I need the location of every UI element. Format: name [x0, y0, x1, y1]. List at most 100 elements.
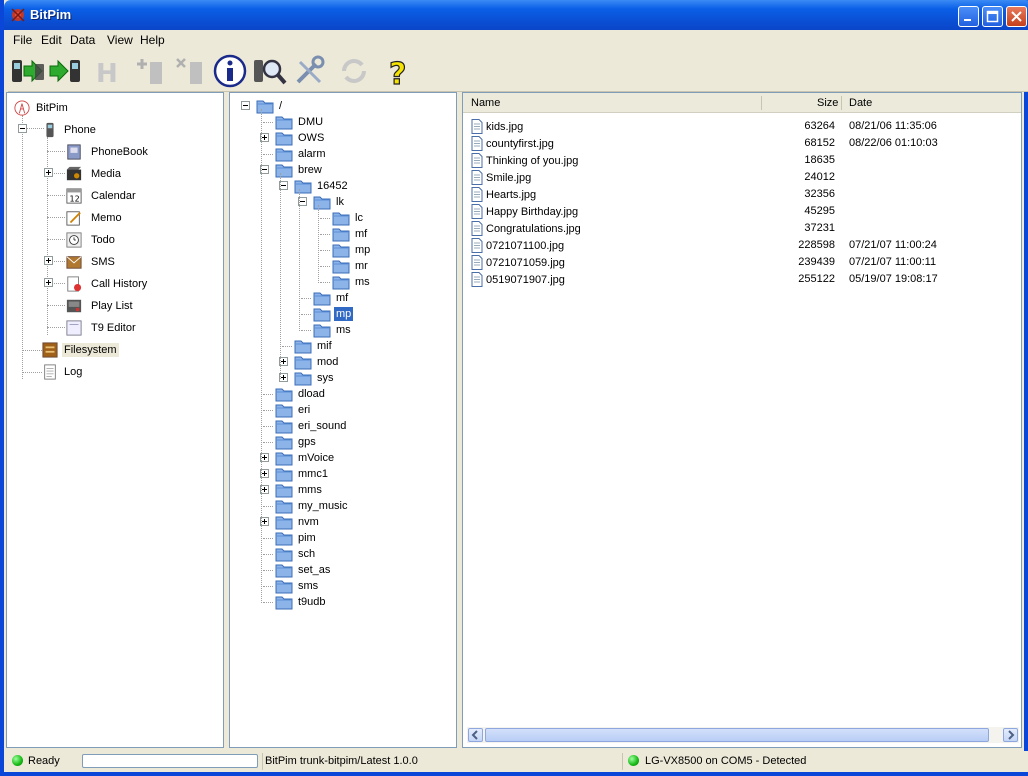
add-entry-button[interactable] — [134, 54, 170, 88]
file-row[interactable]: kids.jpg 63264 08/21/06 11:35:06 — [463, 118, 1021, 135]
nav-t9-editor[interactable]: T9 Editor — [65, 319, 138, 337]
nav-call-history[interactable]: Call History — [65, 275, 149, 293]
history-button[interactable]: H — [90, 54, 126, 89]
file-row[interactable]: 0721071059.jpg 239439 07/21/07 11:00:11 — [463, 254, 1021, 271]
file-size: 32356 — [804, 188, 835, 200]
arrow-left-icon — [471, 730, 478, 740]
file-size: 63264 — [804, 120, 835, 132]
minimize-button[interactable] — [958, 6, 979, 27]
fs-node-label: nvm — [298, 516, 319, 528]
file-name: kids.jpg — [486, 120, 524, 133]
file-row[interactable]: Smile.jpg 24012 — [463, 169, 1021, 186]
fs-node-toggle[interactable] — [241, 101, 250, 110]
file-row[interactable]: Congratulations.jpg 37231 — [463, 220, 1021, 237]
menu-data[interactable]: Data — [70, 33, 95, 47]
nav-log[interactable]: Log — [41, 363, 84, 381]
horizontal-scrollbar[interactable] — [467, 727, 1019, 743]
folder-icon — [275, 420, 293, 434]
folder-icon — [275, 564, 293, 578]
file-row[interactable]: 0721071100.jpg 228598 07/21/07 11:00:24 — [463, 237, 1021, 254]
info-button[interactable] — [212, 54, 248, 88]
delete-entry-button[interactable] — [174, 54, 210, 88]
file-row[interactable]: Hearts.jpg 32356 — [463, 186, 1021, 203]
folder-icon — [275, 484, 293, 498]
column-size-header[interactable]: Size — [817, 97, 838, 109]
folder-icon — [294, 340, 312, 354]
folder-icon — [275, 548, 293, 562]
scroll-left-button[interactable] — [468, 728, 483, 742]
svg-text:12: 12 — [70, 194, 80, 203]
nav-root[interactable]: BitPim — [13, 99, 70, 117]
file-name: Hearts.jpg — [486, 188, 537, 201]
window-title: BitPim — [30, 7, 72, 22]
nav-filesystem[interactable]: Filesystem — [41, 341, 119, 359]
fs-node[interactable]: t9udb — [275, 593, 328, 611]
nav-memo[interactable]: Memo — [65, 209, 124, 227]
get-phone-data-button[interactable] — [10, 54, 46, 88]
media-expand-toggle[interactable] — [44, 168, 53, 177]
svg-text:H: H — [96, 59, 118, 88]
arrow-right-icon — [1008, 730, 1015, 740]
file-row[interactable]: countyfirst.jpg 68152 08/22/06 01:10:03 — [463, 135, 1021, 152]
settings-button[interactable] — [292, 54, 328, 88]
nav-play-list[interactable]: Play List — [65, 297, 135, 315]
file-row[interactable]: Thinking of you.jpg 18635 — [463, 152, 1021, 169]
info-icon — [213, 54, 247, 88]
phone-collapse-toggle[interactable] — [18, 124, 27, 133]
fs-node-label: mms — [298, 484, 322, 496]
call-history-expand-toggle[interactable] — [44, 278, 53, 287]
fs-node-label: my_music — [298, 500, 348, 512]
fs-node-label: eri_sound — [298, 420, 347, 432]
menu-file[interactable]: File — [13, 33, 32, 47]
fs-node-label: mp — [334, 307, 354, 321]
title-bar[interactable]: BitPim — [4, 0, 1028, 30]
fs-node-label: dload — [298, 388, 325, 400]
phone-search-icon — [254, 59, 287, 85]
file-icon — [471, 119, 483, 134]
fs-node-label: OWS — [298, 132, 325, 144]
menu-help[interactable]: Help — [140, 33, 165, 47]
maximize-button[interactable] — [982, 6, 1003, 27]
send-phone-data-button[interactable] — [48, 54, 84, 88]
phone-detect-button[interactable] — [252, 54, 288, 88]
refresh-button[interactable] — [336, 54, 372, 88]
sms-expand-toggle[interactable] — [44, 256, 53, 265]
file-name: countyfirst.jpg — [486, 137, 554, 150]
file-date: 07/21/07 11:00:11 — [849, 256, 937, 268]
column-name-header[interactable]: Name — [471, 97, 500, 109]
file-row[interactable]: Happy Birthday.jpg 45295 — [463, 203, 1021, 220]
menu-edit[interactable]: Edit — [41, 33, 62, 47]
file-row[interactable]: 0519071907.jpg 255122 05/19/07 19:08:17 — [463, 271, 1021, 288]
nav-calendar[interactable]: 12 Calendar — [65, 187, 138, 205]
folder-icon — [275, 132, 293, 146]
file-size: 239439 — [798, 256, 835, 268]
column-date-header[interactable]: Date — [849, 97, 872, 109]
scroll-thumb[interactable] — [485, 728, 989, 742]
delete-entry-icon — [176, 58, 202, 84]
bitpim-tower-icon — [14, 100, 30, 116]
file-size: 228598 — [798, 239, 835, 251]
nav-phone[interactable]: Phone — [41, 121, 98, 139]
folder-icon — [275, 436, 293, 450]
file-icon — [471, 221, 483, 236]
file-icon — [471, 153, 483, 168]
filesystem-icon — [42, 342, 58, 358]
fs-node-label: sms — [298, 580, 319, 592]
help-button[interactable]: ? — [382, 54, 418, 92]
close-button[interactable] — [1006, 6, 1027, 27]
nav-sms[interactable]: SMS — [65, 253, 117, 271]
fs-node-label: mf — [355, 228, 368, 240]
menu-view[interactable]: View — [107, 33, 133, 47]
file-icon — [471, 255, 483, 270]
h-icon: H — [96, 59, 118, 89]
phonebook-icon — [67, 144, 81, 160]
scroll-right-button[interactable] — [1003, 728, 1018, 742]
fs-node-label: lk — [336, 196, 344, 208]
file-size: 24012 — [804, 171, 835, 183]
nav-todo[interactable]: Todo — [65, 231, 117, 249]
phone-detected-led-icon — [628, 755, 639, 766]
file-size: 255122 — [798, 273, 835, 285]
nav-media[interactable]: Media — [65, 165, 123, 183]
help-icon: ? — [388, 56, 407, 92]
nav-phonebook[interactable]: PhoneBook — [65, 143, 150, 161]
